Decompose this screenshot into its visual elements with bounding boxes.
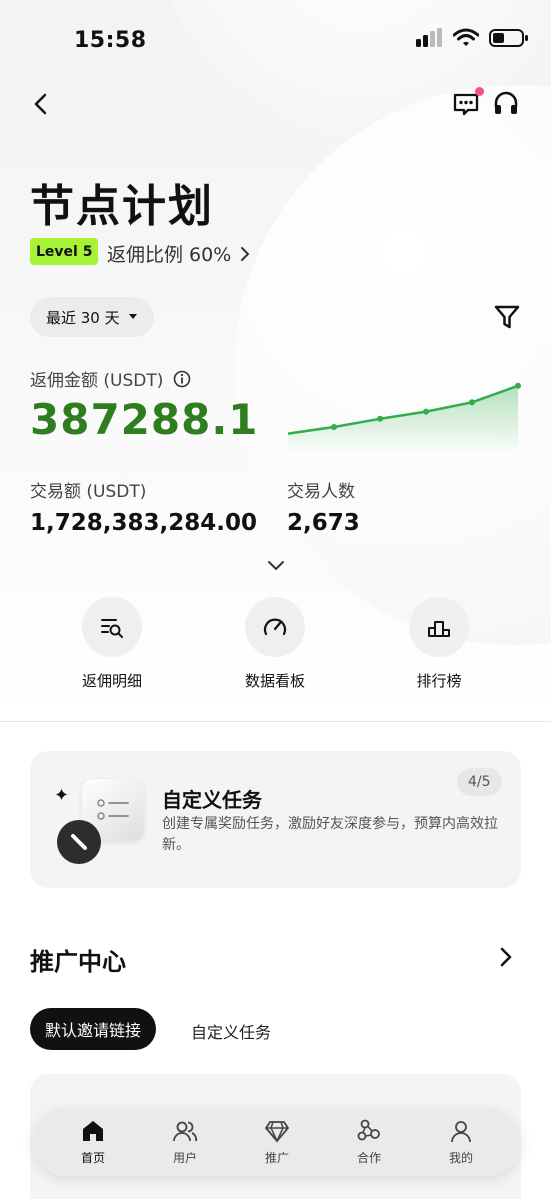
tab-default-invite-link[interactable]: 默认邀请链接 <box>30 1008 157 1050</box>
rebate-amount: 387288.1 <box>30 395 259 444</box>
volume-stat: 交易额 (USDT) 1,728,383,284.00 <box>30 477 257 536</box>
traders-value: 2,673 <box>287 510 360 536</box>
podium-icon <box>428 621 450 637</box>
profile-icon <box>451 1121 471 1143</box>
chevron-down-icon[interactable] <box>265 554 287 576</box>
tab-partnership[interactable]: 合作 <box>334 1118 404 1166</box>
sparkline-point <box>423 408 429 415</box>
tab-label: 首页 <box>80 1151 105 1165</box>
headset-icon[interactable] <box>492 90 520 118</box>
bottom-tab-bar: 首页 用户 推广 合作 我的 <box>33 1108 521 1176</box>
quick-action-leaderboard[interactable]: 排行榜 <box>379 597 499 691</box>
signal-icon <box>416 28 442 47</box>
quick-action-label: 数据看板 <box>244 672 305 690</box>
tab-label: 推广 <box>264 1151 289 1165</box>
traders-label: 交易人数 <box>287 482 355 502</box>
status-icons <box>415 28 529 48</box>
task-count-badge: 4/5 <box>457 768 502 796</box>
chevron-right-icon <box>241 246 250 261</box>
rebate-ratio-link[interactable]: 返佣比例 60% <box>107 240 251 267</box>
rebate-label-text: 返佣金额 (USDT) <box>30 371 164 391</box>
gauge-icon <box>263 618 287 636</box>
sparkle-icon: ✦ <box>54 785 70 806</box>
battery-icon <box>489 29 528 47</box>
tab-profile[interactable]: 我的 <box>426 1118 496 1166</box>
task-description: 创建专属奖励任务，激励好友深度参与，预算内高效拉新。 <box>162 816 498 853</box>
list-search-icon <box>101 619 123 638</box>
quick-action-label: 返佣明细 <box>81 672 142 690</box>
date-range-value: 最近 30 天 <box>46 308 120 327</box>
tab-label: 我的 <box>448 1151 473 1165</box>
pen-icon <box>57 820 101 864</box>
caret-down-icon <box>128 314 137 319</box>
chevron-right-icon[interactable] <box>495 946 517 968</box>
sparkline-point <box>469 399 475 406</box>
quick-action-circle <box>409 597 469 657</box>
back-icon[interactable] <box>28 90 56 118</box>
info-icon[interactable] <box>173 370 191 388</box>
rebate-ratio-text: 返佣比例 60% <box>107 244 232 266</box>
sparkline-point <box>515 382 521 389</box>
tab-users[interactable]: 用户 <box>150 1118 220 1166</box>
tab-label: 用户 <box>172 1151 197 1165</box>
notification-dot <box>475 87 484 96</box>
tab-promotion[interactable]: 推广 <box>242 1118 312 1166</box>
rebate-trend-sparkline <box>287 382 521 450</box>
rebate-label: 返佣金额 (USDT) <box>30 366 191 391</box>
quick-action-circle <box>245 597 305 657</box>
task-title: 自定义任务 <box>162 788 262 812</box>
wifi-icon <box>453 28 479 46</box>
sparkline-point <box>331 424 337 430</box>
tab-label: 合作 <box>356 1151 381 1165</box>
sparkline-point <box>377 415 383 422</box>
custom-task-card[interactable]: ✦ 自定义任务 创建专属奖励任务，激励好友深度参与，预算内高效拉新。 4/5 <box>30 751 521 888</box>
level-badge: Level 5 <box>30 238 99 265</box>
page-title: 节点计划 <box>30 181 214 232</box>
section-divider <box>0 721 551 722</box>
quick-action-circle <box>82 597 142 657</box>
filter-icon[interactable] <box>493 303 521 331</box>
diamond-icon <box>265 1121 289 1143</box>
volume-value: 1,728,383,284.00 <box>30 510 257 536</box>
quick-action-rebate-details[interactable]: 返佣明细 <box>52 597 172 691</box>
traders-stat: 交易人数 2,673 <box>287 477 360 536</box>
quick-action-dashboard[interactable]: 数据看板 <box>215 597 335 691</box>
network-icon <box>357 1119 380 1141</box>
quick-action-label: 排行榜 <box>416 672 462 690</box>
tab-home[interactable]: 首页 <box>58 1118 128 1166</box>
promo-center-title: 推广中心 <box>30 948 126 976</box>
users-icon <box>173 1121 198 1142</box>
date-range-select[interactable]: 最近 30 天 <box>30 297 154 337</box>
tab-custom-task[interactable]: 自定义任务 <box>191 1019 271 1043</box>
status-time: 15:58 <box>74 28 147 53</box>
volume-label: 交易额 (USDT) <box>30 482 147 502</box>
home-icon <box>83 1121 103 1141</box>
